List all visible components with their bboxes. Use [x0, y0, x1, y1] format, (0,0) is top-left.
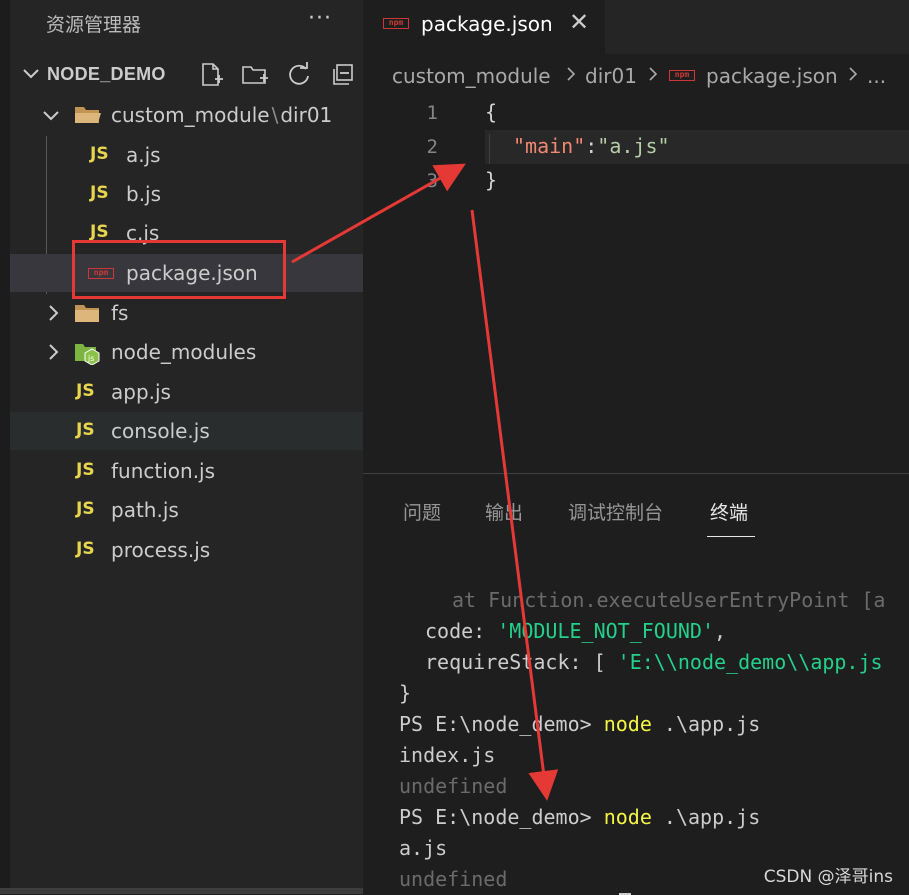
project-header[interactable]: NODE_DEMO — [10, 56, 363, 94]
npm-file-icon: npm — [383, 18, 409, 29]
terminal-line: a.js — [399, 836, 448, 860]
annotation-highlight-box — [72, 240, 286, 299]
chevron-right-icon — [563, 62, 579, 91]
tree-file-function-js[interactable]: JS function.js — [10, 452, 363, 490]
sidebar-scroll-edge — [0, 888, 363, 894]
explorer-title: 资源管理器 — [46, 14, 142, 36]
breadcrumb: custom_module dir01 npm package.json ... — [363, 54, 909, 98]
tree-folder-node-modules[interactable]: js node_modules — [10, 333, 363, 371]
breadcrumb-item[interactable]: ... — [867, 64, 886, 88]
code-line: } — [485, 168, 498, 192]
terminal-line: undefined — [399, 867, 508, 891]
line-number: 3 — [426, 170, 438, 192]
terminal-line: PS E:\node_demo> node .\app.js — [399, 805, 761, 829]
file-label: app.js — [111, 380, 171, 404]
terminal-line: code: 'MODULE_NOT_FOUND', — [425, 619, 727, 643]
tab-package-json[interactable]: npm package.json ✕ — [363, 0, 605, 54]
terminal-line: index.js — [399, 743, 496, 767]
javascript-file-icon: JS — [76, 420, 95, 440]
tab-label: package.json — [421, 12, 553, 36]
folder-path-label: custom_module \ dir01 — [111, 103, 333, 127]
tree-file-a-js[interactable]: JS a.js — [10, 136, 363, 174]
active-tab-indicator — [707, 536, 755, 537]
code-line: { — [485, 100, 498, 124]
file-label: console.js — [111, 419, 210, 443]
folder-open-icon — [74, 104, 102, 131]
tree-file-b-js[interactable]: JS b.js — [10, 175, 363, 213]
activity-bar-edge — [0, 0, 10, 894]
terminal-line: at Function.executeUserEntryPoint [a — [452, 588, 886, 612]
more-actions-icon[interactable]: ··· — [308, 6, 332, 31]
line-number: 2 — [426, 136, 438, 158]
chevron-right-icon — [845, 62, 861, 91]
svg-text:js: js — [87, 354, 94, 363]
javascript-file-icon: JS — [90, 144, 109, 164]
terminal-line: undefined — [399, 774, 508, 798]
tab-problems[interactable]: 问题 — [403, 498, 441, 525]
javascript-file-icon: JS — [76, 499, 95, 519]
code-line: "main":"a.js" — [513, 134, 670, 158]
folder-label: fs — [111, 301, 129, 325]
terminal-line: } — [399, 681, 412, 705]
line-number: 1 — [426, 102, 438, 124]
javascript-file-icon: JS — [76, 460, 95, 480]
file-label: function.js — [111, 459, 216, 483]
tree-folder-fs[interactable]: fs — [10, 294, 363, 332]
watermark: CSDN @泽哥ins — [763, 867, 893, 887]
terminal-line: PS E:\node_demo> node .\app.js — [399, 712, 761, 736]
file-label: b.js — [126, 182, 162, 206]
javascript-file-icon: JS — [76, 381, 95, 401]
refresh-icon[interactable] — [284, 61, 314, 89]
tree-file-console-js[interactable]: JS console.js — [10, 412, 363, 450]
javascript-file-icon: JS — [90, 183, 109, 203]
npm-file-icon: npm — [669, 70, 695, 81]
chevron-right-icon — [42, 341, 64, 368]
folder-label: node_modules — [111, 340, 257, 364]
tree-file-process-js[interactable]: JS process.js — [10, 531, 363, 569]
tab-terminal[interactable]: 终端 — [710, 498, 748, 525]
chevron-right-icon — [645, 62, 661, 91]
javascript-file-icon: JS — [76, 539, 95, 559]
explorer-sidebar: 资源管理器 ··· NODE_DEMO custom_module \ dir0… — [0, 0, 363, 894]
code-editor[interactable]: 1 2 3 { "main":"a.js" } — [363, 98, 909, 473]
tree-file-app-js[interactable]: JS app.js — [10, 373, 363, 411]
tree-file-path-js[interactable]: JS path.js — [10, 491, 363, 529]
chevron-down-icon[interactable] — [20, 62, 42, 88]
new-file-icon[interactable] — [196, 61, 226, 89]
file-label: path.js — [111, 498, 179, 522]
node-modules-folder-icon: js — [74, 341, 102, 370]
file-label: process.js — [111, 538, 211, 562]
tab-output[interactable]: 输出 — [485, 498, 523, 525]
terminal-line: requireStack: [ 'E:\\node_demo\\app.js — [425, 650, 883, 674]
tab-debug-console[interactable]: 调试控制台 — [568, 498, 663, 525]
new-folder-icon[interactable] — [240, 61, 270, 89]
editor-tab-bar: npm package.json ✕ — [363, 0, 909, 54]
folder-icon — [74, 303, 100, 328]
chevron-right-icon — [42, 302, 64, 329]
breadcrumb-item[interactable]: dir01 — [585, 64, 637, 88]
indent-guide — [489, 134, 490, 164]
project-name: NODE_DEMO — [47, 64, 166, 84]
javascript-file-icon: JS — [90, 222, 109, 242]
chevron-down-icon — [40, 104, 62, 131]
file-label: a.js — [126, 143, 161, 167]
collapse-all-icon[interactable] — [328, 61, 358, 89]
tree-folder-custom-module[interactable]: custom_module \ dir01 — [10, 96, 363, 134]
bottom-panel: 问题 输出 调试控制台 终端 at Function.executeUserEn… — [363, 473, 909, 895]
breadcrumb-item[interactable]: custom_module — [392, 64, 551, 88]
close-icon[interactable]: ✕ — [569, 8, 589, 36]
breadcrumb-item[interactable]: package.json — [706, 64, 838, 88]
